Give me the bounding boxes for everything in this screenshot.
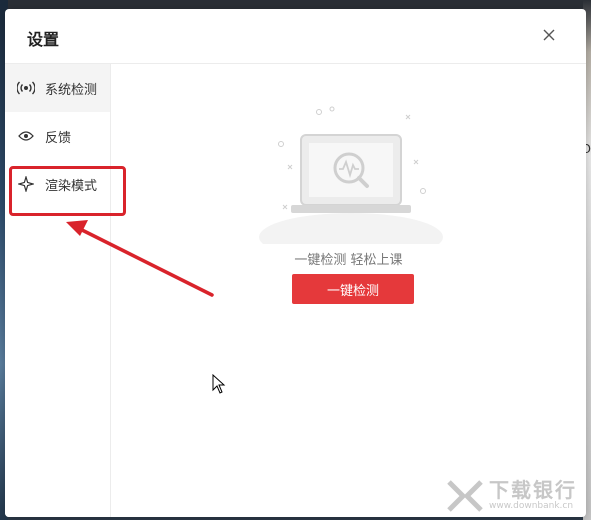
sidebar-item-system-check[interactable]: 系统检测 [5,64,110,112]
watermark-main-text: 下载银行 [489,478,577,502]
mouse-cursor-icon [212,374,226,394]
close-icon [543,29,555,41]
settings-sidebar: 系统检测 反馈 渲染模式 [5,64,111,517]
laptop-check-illustration [259,106,443,244]
system-check-panel: 一键检测 轻松上课 一键检测 [111,64,586,517]
sidebar-item-label: 反馈 [45,130,72,146]
one-click-detect-button[interactable]: 一键检测 [292,274,414,304]
watermark-logo-icon [447,479,483,512]
sidebar-item-label: 系统检测 [45,82,98,98]
dialog-title: 设置 [27,30,60,49]
dialog-titlebar: 设置 [5,9,586,64]
watermark-sub-text: www.downbank.cn [489,501,574,511]
watermark: 下载银行 www.downbank.cn [447,479,577,512]
annotation-highlight-box [9,166,126,216]
eye-icon [17,127,35,145]
sidebar-item-feedback[interactable]: 反馈 [5,112,110,160]
tagline: 一键检测 轻松上课 [294,253,403,268]
broadcast-icon [17,79,35,97]
close-button[interactable] [538,24,560,46]
settings-dialog: 设置 系统检测 反馈 渲染模式 一键检测 轻松上课 一键检测 [5,9,586,517]
